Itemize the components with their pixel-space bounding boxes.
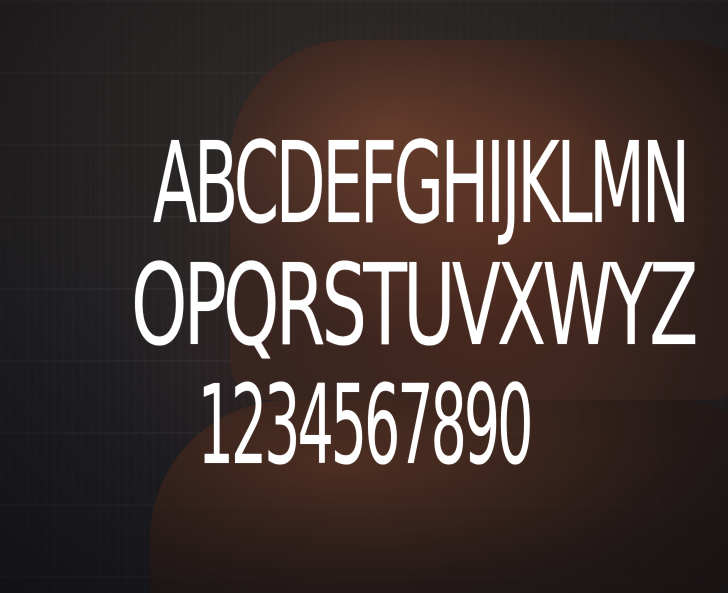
font-specimen-image: ABCDEFGHIJKLMN OPQRSTUVXWYZ 1234567890	[0, 0, 728, 593]
digits-row: 1234567890	[197, 361, 534, 489]
uppercase-row-2: OPQRSTUVXWYZ	[131, 241, 698, 371]
uppercase-row-1: ABCDEFGHIJKLMN	[152, 119, 690, 249]
glyph-specimen: ABCDEFGHIJKLMN OPQRSTUVXWYZ 1234567890	[0, 0, 728, 593]
